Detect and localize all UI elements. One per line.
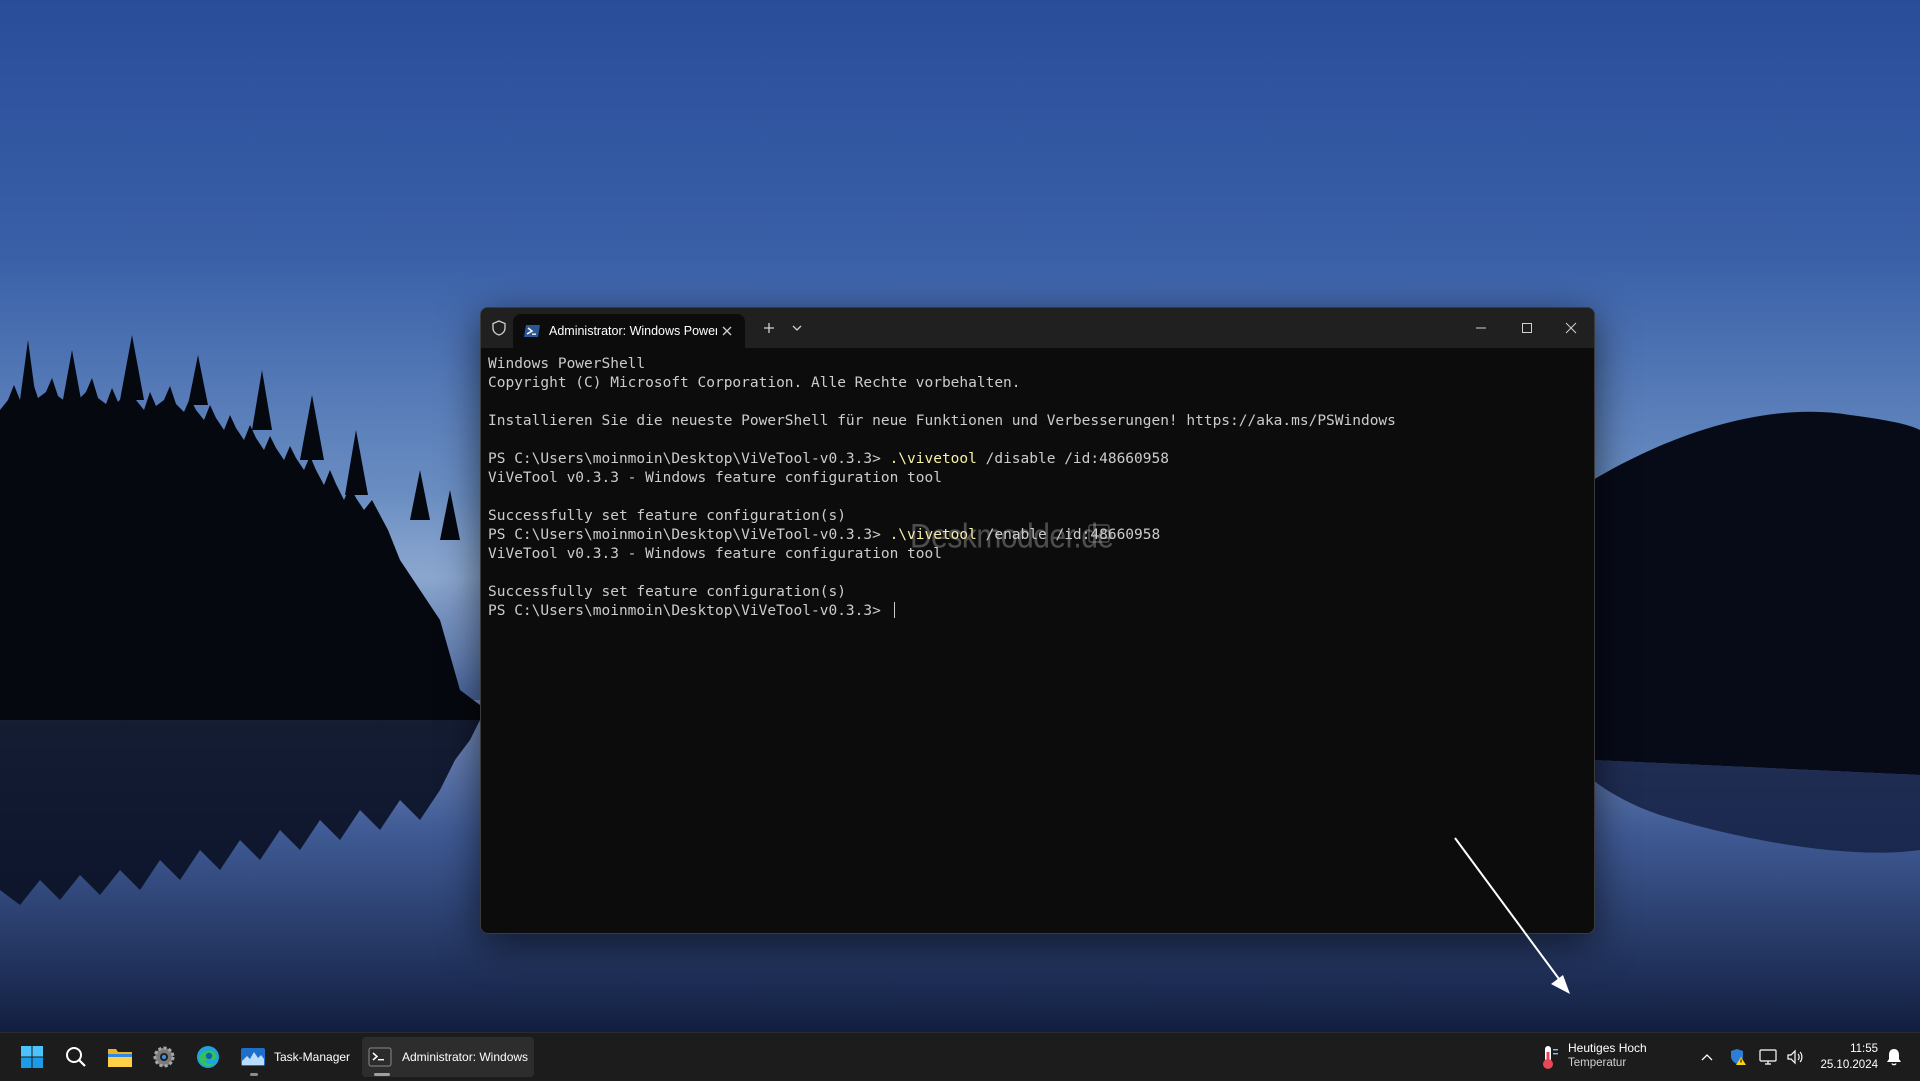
- speaker-icon: [1787, 1049, 1803, 1065]
- security-tray-button[interactable]: [1726, 1037, 1750, 1077]
- gear-icon: [153, 1046, 175, 1068]
- edge-button[interactable]: [190, 1037, 226, 1077]
- plus-icon: [764, 323, 774, 333]
- start-button[interactable]: [14, 1037, 50, 1077]
- new-tab-button[interactable]: [757, 308, 781, 348]
- task-manager-label: Task-Manager: [274, 1050, 351, 1064]
- tab-powershell[interactable]: Administrator: Windows PowerShell: [513, 314, 745, 348]
- minimize-icon: [1476, 327, 1486, 329]
- command-args: /disable /id:48660958: [976, 451, 1169, 467]
- console-line: Installieren Sie die neueste PowerShell …: [488, 413, 1396, 429]
- watermark: Deskmodder.de: [910, 517, 1114, 556]
- command: .\vivetool: [889, 451, 977, 467]
- prompt: PS C:\Users\moinmoin\Desktop\ViVeTool-v0…: [488, 527, 890, 543]
- console-line: Windows PowerShell: [488, 356, 646, 372]
- terminal-taskbar-label: Administrator: Windows PowerShell: [402, 1050, 528, 1064]
- network-icon: [1759, 1049, 1777, 1065]
- powershell-icon: [524, 325, 540, 337]
- watermark-logo-icon: [1088, 524, 1110, 543]
- console-command-line: PS C:\Users\moinmoin\Desktop\ViVeTool-v0…: [488, 450, 1584, 469]
- tab-close-icon[interactable]: [719, 323, 735, 339]
- weather-title: Heutiges Hoch: [1568, 1041, 1647, 1055]
- tab-title: Administrator: Windows PowerShell: [549, 324, 717, 338]
- weather-text[interactable]: Heutiges Hoch Temperatur: [1568, 1041, 1647, 1071]
- running-indicator: [250, 1073, 258, 1076]
- text-cursor: [893, 602, 895, 618]
- console-current-prompt[interactable]: PS C:\Users\moinmoin\Desktop\ViVeTool-v0…: [488, 602, 1584, 621]
- show-hidden-icons-button[interactable]: [1696, 1037, 1718, 1077]
- maximize-icon: [1522, 323, 1532, 333]
- left-forest: [0, 378, 480, 720]
- terminal-window[interactable]: Administrator: Windows PowerShell: [480, 307, 1595, 934]
- clock-date: 25.10.2024: [1820, 1059, 1878, 1071]
- maximize-button[interactable]: [1504, 308, 1550, 348]
- admin-shield-icon: [487, 308, 511, 348]
- taskbar: Task-Manager Administrator: Windows Powe…: [0, 1032, 1920, 1081]
- clock-time: 11:55: [1850, 1043, 1878, 1055]
- console-line: Copyright (C) Microsoft Corporation. All…: [488, 375, 1021, 391]
- tab-dropdown-button[interactable]: [787, 308, 807, 348]
- chevron-up-icon: [1701, 1054, 1713, 1061]
- terminal-icon: [368, 1047, 392, 1067]
- console-line: Successfully set feature configuration(s…: [488, 584, 846, 600]
- clock[interactable]: 11:55 25.10.2024: [1810, 1041, 1878, 1073]
- notifications-button[interactable]: [1882, 1037, 1906, 1077]
- task-manager-button[interactable]: Task-Manager: [234, 1037, 354, 1077]
- console-line: ViVeTool v0.3.3 - Windows feature config…: [488, 470, 942, 486]
- prompt: PS C:\Users\moinmoin\Desktop\ViVeTool-v0…: [488, 603, 890, 619]
- terminal-taskbar-button[interactable]: Administrator: Windows PowerShell: [362, 1037, 534, 1077]
- right-hill: [1593, 411, 1920, 775]
- task-manager-icon: [241, 1048, 265, 1066]
- file-explorer-button[interactable]: [102, 1037, 138, 1077]
- search-button[interactable]: [58, 1037, 94, 1077]
- settings-button[interactable]: [146, 1037, 182, 1077]
- bell-icon: [1887, 1049, 1901, 1066]
- search-icon: [66, 1047, 86, 1067]
- chevron-down-icon: [792, 325, 802, 331]
- network-tray-button[interactable]: [1756, 1037, 1780, 1077]
- minimize-button[interactable]: [1458, 308, 1504, 348]
- folder-icon: [108, 1049, 132, 1067]
- thermometer-icon: [1543, 1046, 1558, 1069]
- weather-subtitle: Temperatur: [1568, 1057, 1627, 1069]
- close-icon: [1565, 322, 1577, 334]
- edge-icon: [197, 1046, 219, 1068]
- defender-shield-icon: [1731, 1049, 1746, 1065]
- volume-tray-button[interactable]: [1783, 1037, 1807, 1077]
- prompt: PS C:\Users\moinmoin\Desktop\ViVeTool-v0…: [488, 451, 890, 467]
- title-bar[interactable]: Administrator: Windows PowerShell: [481, 308, 1594, 348]
- windows-logo-icon: [21, 1046, 43, 1068]
- console-output[interactable]: Windows PowerShell Copyright (C) Microso…: [488, 355, 1584, 933]
- close-button[interactable]: [1548, 308, 1594, 348]
- active-indicator: [374, 1073, 390, 1076]
